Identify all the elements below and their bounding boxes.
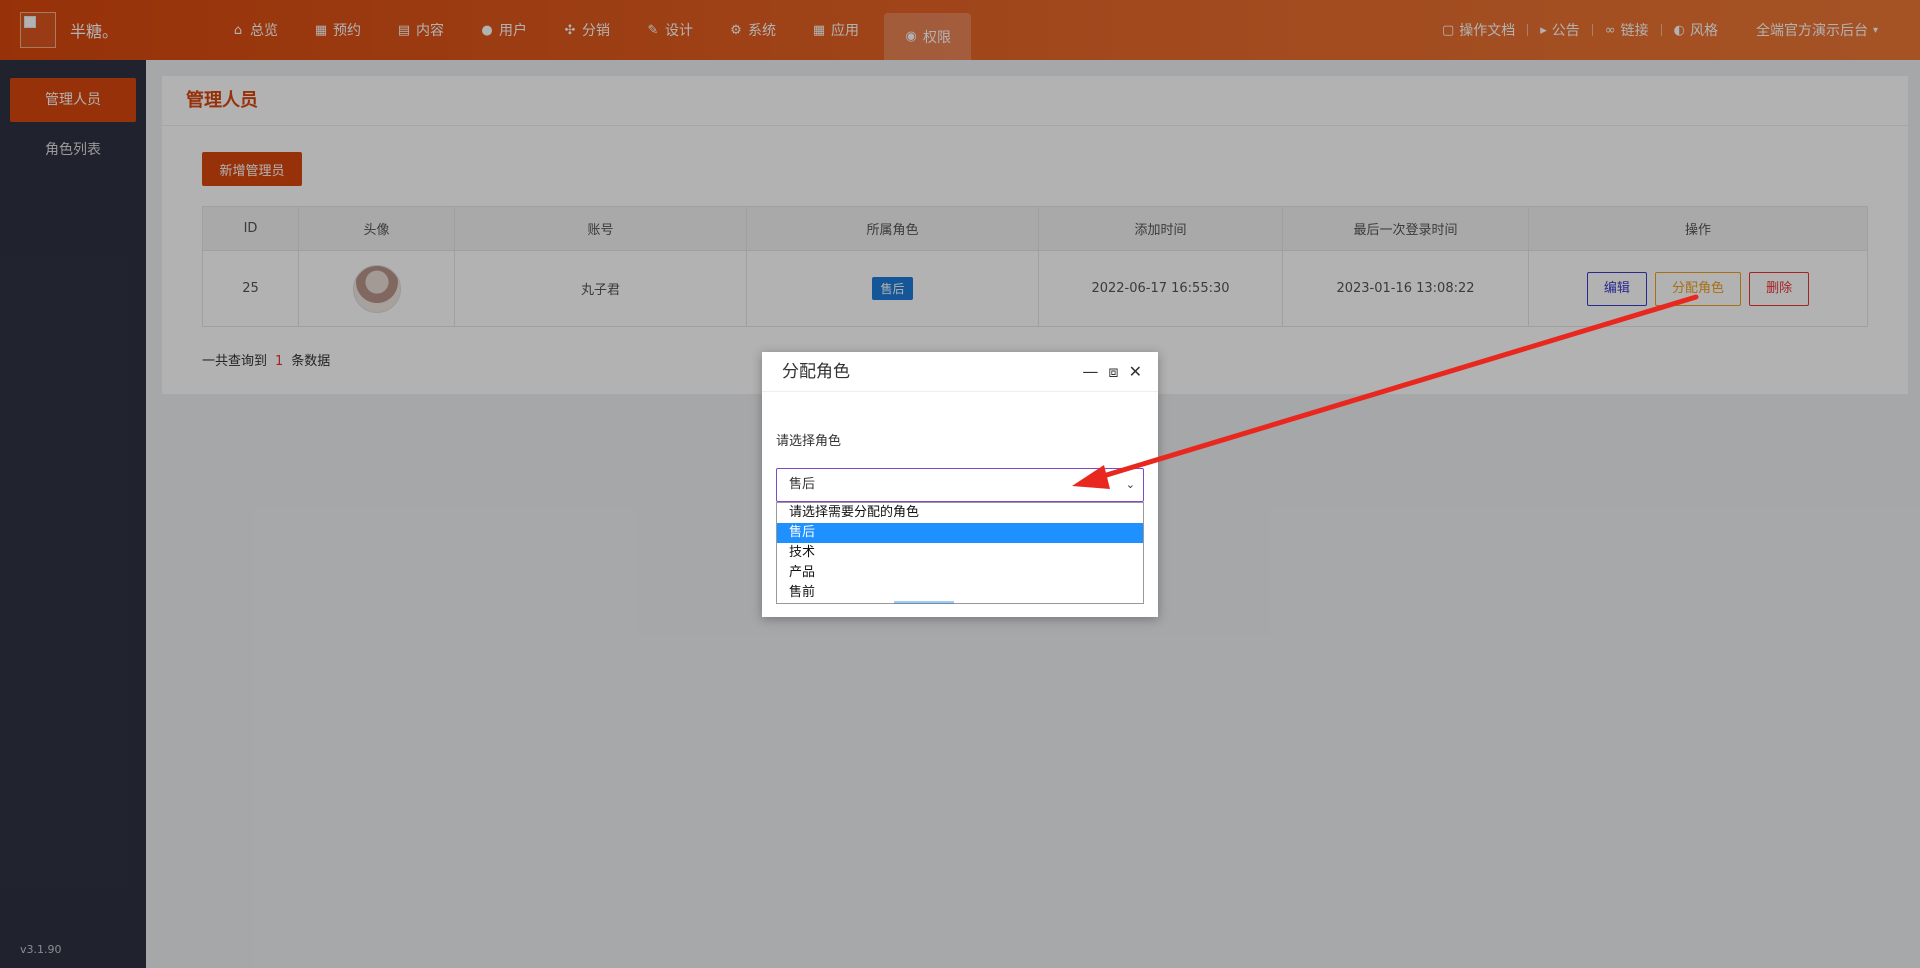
- role-select-value: 售后: [789, 477, 816, 492]
- role-select[interactable]: 售后 ⌄: [776, 468, 1144, 502]
- hidden-confirm-button: [894, 601, 954, 604]
- role-select-label: 请选择角色: [776, 434, 842, 449]
- role-option[interactable]: 请选择需要分配的角色: [777, 503, 1143, 523]
- role-option[interactable]: 技术: [777, 543, 1143, 563]
- role-option[interactable]: 售前: [777, 583, 1143, 603]
- role-options-list: 请选择需要分配的角色 售后 技术 产品 售前: [776, 502, 1144, 604]
- assign-role-dialog: 分配角色 — ⧈ ✕ 请选择角色 售后 ⌄ 请选择需要分配的角色 售后 技术 产…: [762, 352, 1158, 617]
- close-icon[interactable]: ✕: [1129, 362, 1142, 382]
- minimize-icon[interactable]: —: [1082, 362, 1098, 382]
- dialog-controls: — ⧈ ✕: [1082, 362, 1142, 382]
- role-option[interactable]: 产品: [777, 563, 1143, 583]
- maximize-icon[interactable]: ⧈: [1108, 362, 1118, 382]
- chevron-down-icon: ⌄: [1125, 478, 1135, 491]
- role-option-selected[interactable]: 售后: [777, 523, 1143, 543]
